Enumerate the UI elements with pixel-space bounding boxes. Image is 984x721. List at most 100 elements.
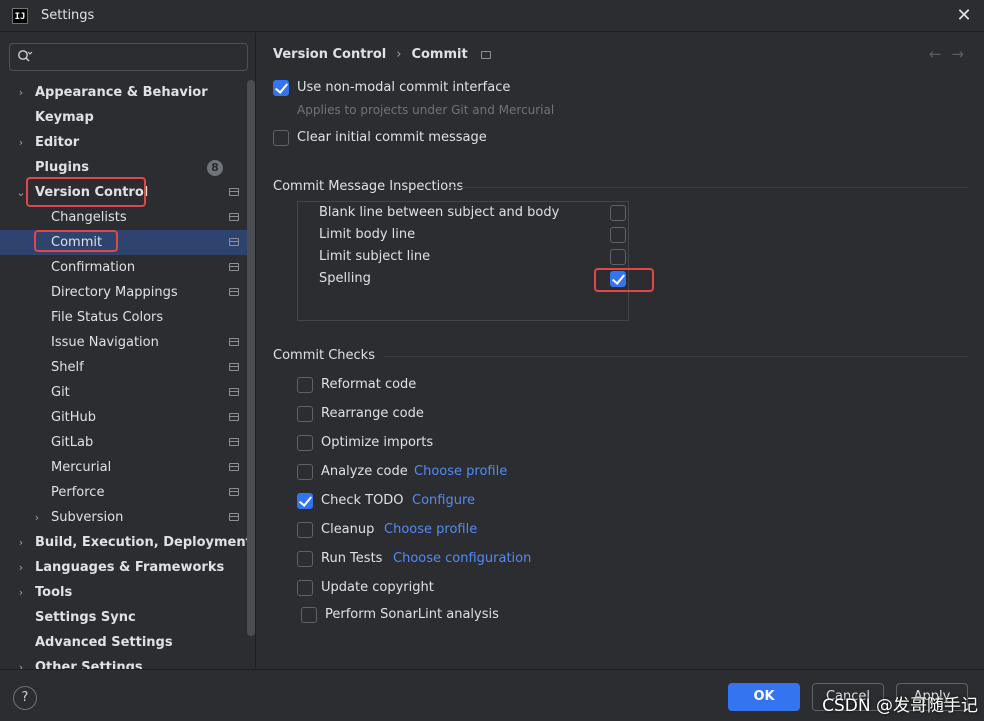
tree-item-github[interactable]: GitHub bbox=[0, 405, 255, 430]
rearrange-code-checkbox[interactable] bbox=[297, 406, 313, 422]
run-tests-choose-configuration-link[interactable]: Choose configuration bbox=[393, 551, 531, 566]
inspection-blank-line-checkbox[interactable] bbox=[610, 205, 626, 221]
tree-item-label: Subversion bbox=[51, 510, 124, 525]
clear-commit-message-label: Clear initial commit message bbox=[297, 130, 487, 145]
project-level-icon bbox=[480, 50, 491, 59]
tree-item-settings-sync[interactable]: Settings Sync bbox=[0, 605, 255, 630]
chevron-right-icon[interactable]: › bbox=[14, 80, 28, 105]
check-todo-checkbox[interactable] bbox=[297, 493, 313, 509]
tree-item-subversion[interactable]: › Subversion bbox=[0, 505, 255, 530]
run-tests-label: Run Tests bbox=[321, 551, 383, 566]
tree-item-perforce[interactable]: Perforce bbox=[0, 480, 255, 505]
non-modal-commit-checkbox[interactable] bbox=[273, 80, 289, 96]
inspection-subject-line-label: Limit subject line bbox=[319, 249, 431, 264]
chevron-down-icon[interactable]: ⌄ bbox=[14, 180, 28, 205]
plugins-update-badge: 8 bbox=[207, 160, 223, 176]
tree-item-keymap[interactable]: Keymap bbox=[0, 105, 255, 130]
cleanup-choose-profile-link[interactable]: Choose profile bbox=[384, 522, 477, 537]
clear-commit-message-checkbox[interactable] bbox=[273, 130, 289, 146]
help-button[interactable]: ? bbox=[13, 686, 37, 710]
sonarlint-analysis-label: Perform SonarLint analysis bbox=[325, 607, 499, 622]
tree-item-label: Commit bbox=[51, 235, 103, 250]
non-modal-commit-label: Use non-modal commit interface bbox=[297, 80, 511, 95]
ok-button[interactable]: OK bbox=[728, 683, 800, 711]
search-field[interactable] bbox=[9, 43, 248, 71]
sidebar-scrollbar[interactable] bbox=[247, 80, 255, 636]
back-arrow-icon[interactable]: ← bbox=[929, 45, 952, 63]
tree-item-tools[interactable]: › Tools bbox=[0, 580, 255, 605]
tree-item-label: Editor bbox=[35, 135, 80, 150]
title-bar: IJ Settings ✕ bbox=[0, 0, 984, 32]
tree-item-label: Build, Execution, Deployment bbox=[35, 535, 252, 550]
tree-item-confirmation[interactable]: Confirmation bbox=[0, 255, 255, 280]
settings-tree: › Appearance & Behavior Keymap › Editor … bbox=[0, 80, 255, 669]
chevron-right-icon[interactable]: › bbox=[14, 130, 28, 155]
tree-item-appearance-behavior[interactable]: › Appearance & Behavior bbox=[0, 80, 255, 105]
optimize-imports-checkbox[interactable] bbox=[297, 435, 313, 451]
forward-arrow-icon[interactable]: → bbox=[951, 45, 974, 63]
tree-item-changelists[interactable]: Changelists bbox=[0, 205, 255, 230]
tree-item-version-control[interactable]: ⌄ Version Control bbox=[0, 180, 255, 205]
tree-item-file-status-colors[interactable]: File Status Colors bbox=[0, 305, 255, 330]
navigation-arrows: ←→ bbox=[929, 45, 974, 63]
tree-item-label: Changelists bbox=[51, 210, 127, 225]
tree-item-commit[interactable]: Commit bbox=[0, 230, 255, 255]
tree-item-label: Version Control bbox=[35, 185, 149, 200]
window-title: Settings bbox=[41, 8, 95, 23]
tree-item-other-settings[interactable]: › Other Settings bbox=[0, 655, 255, 669]
project-level-icon bbox=[229, 213, 239, 221]
analyze-code-choose-profile-link[interactable]: Choose profile bbox=[414, 464, 507, 479]
tree-item-directory-mappings[interactable]: Directory Mappings bbox=[0, 280, 255, 305]
tree-item-label: Languages & Frameworks bbox=[35, 560, 225, 575]
tree-item-label: File Status Colors bbox=[51, 310, 164, 325]
chevron-right-icon[interactable]: › bbox=[14, 555, 28, 580]
tree-item-label: Directory Mappings bbox=[51, 285, 178, 300]
inspections-section-title: Commit Message Inspections bbox=[273, 179, 464, 194]
cleanup-label: Cleanup bbox=[321, 522, 375, 537]
check-todo-configure-link[interactable]: Configure bbox=[412, 493, 475, 508]
search-input[interactable] bbox=[40, 47, 240, 67]
project-level-icon bbox=[229, 388, 239, 396]
project-level-icon bbox=[229, 513, 239, 521]
update-copyright-checkbox[interactable] bbox=[297, 580, 313, 596]
inspection-subject-line-checkbox[interactable] bbox=[610, 249, 626, 265]
tree-item-git[interactable]: Git bbox=[0, 380, 255, 405]
project-level-icon bbox=[229, 413, 239, 421]
update-copyright-label: Update copyright bbox=[321, 580, 434, 595]
chevron-right-icon[interactable]: › bbox=[14, 580, 28, 605]
chevron-right-icon[interactable]: › bbox=[14, 655, 28, 669]
tree-item-advanced-settings[interactable]: Advanced Settings bbox=[0, 630, 255, 655]
inspection-spelling-checkbox[interactable] bbox=[610, 271, 626, 287]
tree-item-shelf[interactable]: Shelf bbox=[0, 355, 255, 380]
tree-item-mercurial[interactable]: Mercurial bbox=[0, 455, 255, 480]
tree-item-label: GitHub bbox=[51, 410, 97, 425]
tree-item-issue-navigation[interactable]: Issue Navigation bbox=[0, 330, 255, 355]
close-icon[interactable]: ✕ bbox=[954, 6, 974, 26]
project-level-icon bbox=[229, 288, 239, 296]
tree-item-languages-frameworks[interactable]: › Languages & Frameworks bbox=[0, 555, 255, 580]
analyze-code-checkbox[interactable] bbox=[297, 464, 313, 480]
cleanup-checkbox[interactable] bbox=[297, 522, 313, 538]
project-level-icon bbox=[229, 238, 239, 246]
tree-item-gitlab[interactable]: GitLab bbox=[0, 430, 255, 455]
tree-item-label: Perforce bbox=[51, 485, 105, 500]
tree-item-build-execution-deployment[interactable]: › Build, Execution, Deployment bbox=[0, 530, 255, 555]
inspection-body-line-checkbox[interactable] bbox=[610, 227, 626, 243]
tree-item-label: Advanced Settings bbox=[35, 635, 173, 650]
chevron-right-icon[interactable]: › bbox=[14, 530, 28, 555]
search-icon[interactable] bbox=[17, 48, 33, 68]
chevron-right-icon[interactable]: › bbox=[30, 505, 44, 530]
tree-item-label: Confirmation bbox=[51, 260, 136, 275]
tree-item-label: Issue Navigation bbox=[51, 335, 159, 350]
run-tests-checkbox[interactable] bbox=[297, 551, 313, 567]
tree-item-plugins[interactable]: Plugins 8 bbox=[0, 155, 255, 180]
reformat-code-checkbox[interactable] bbox=[297, 377, 313, 393]
tree-item-label: Tools bbox=[35, 585, 73, 600]
inspection-body-line-label: Limit body line bbox=[319, 227, 416, 242]
rearrange-code-label: Rearrange code bbox=[321, 406, 424, 421]
breadcrumb-parent[interactable]: Version Control bbox=[273, 47, 386, 62]
sonarlint-analysis-checkbox[interactable] bbox=[301, 607, 317, 623]
tree-item-label: Mercurial bbox=[51, 460, 112, 475]
breadcrumb-current: Commit bbox=[411, 47, 468, 62]
tree-item-editor[interactable]: › Editor bbox=[0, 130, 255, 155]
